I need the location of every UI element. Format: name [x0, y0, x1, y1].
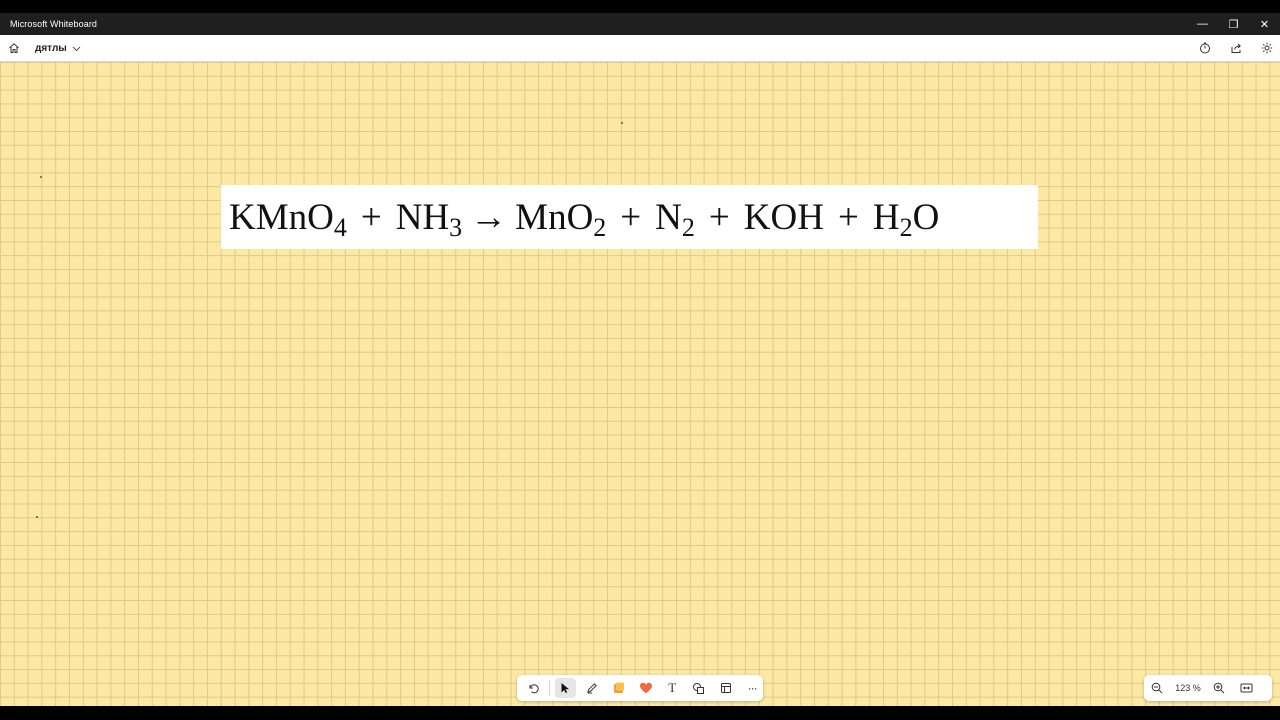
chemical-equation: KMnO4 + NH3 → MnO2 + N2 + KOH + H2O: [229, 196, 940, 242]
toolbar-divider: [548, 680, 550, 696]
title-bar: Microsoft Whiteboard — ❐ ✕: [0, 13, 1280, 35]
shapes-icon: [693, 682, 705, 694]
templates-tool[interactable]: [715, 678, 737, 698]
zoom-in-icon: [1213, 682, 1225, 694]
whiteboard-canvas[interactable]: KMnO4 + NH3 → MnO2 + N2 + KOH + H2O: [0, 62, 1280, 706]
minimize-button[interactable]: —: [1187, 13, 1218, 35]
board-name[interactable]: дятлы: [35, 43, 67, 54]
text-icon: T: [668, 680, 677, 695]
appbar-actions: [1198, 35, 1274, 61]
more-options-button[interactable]: ···: [741, 678, 763, 698]
plus-sign: +: [620, 196, 642, 238]
window-controls: — ❐ ✕: [1187, 13, 1280, 35]
templates-icon: [720, 683, 731, 693]
reaction-icon: [639, 682, 652, 694]
restore-icon: ❐: [1228, 18, 1239, 31]
ink-dot: [40, 176, 42, 178]
restore-button[interactable]: ❐: [1218, 13, 1249, 35]
fit-to-screen-button[interactable]: [1239, 681, 1253, 695]
product-koh: KOH: [743, 196, 824, 238]
plus-sign: +: [708, 196, 730, 238]
product-h2o: H2O: [872, 196, 940, 242]
undo-icon: [529, 684, 539, 694]
product-mno2: MnO2: [515, 196, 607, 242]
product-n2: N2: [655, 196, 695, 242]
zoom-level[interactable]: 123 %: [1164, 683, 1212, 693]
ink-dot: [36, 516, 38, 518]
undo-button[interactable]: [522, 678, 544, 698]
letterbox-top: [0, 0, 1280, 13]
sticky-note-tool[interactable]: [608, 678, 630, 698]
zoom-in-button[interactable]: [1212, 681, 1226, 695]
home-icon[interactable]: [7, 41, 21, 55]
equation-image[interactable]: KMnO4 + NH3 → MnO2 + N2 + KOH + H2O: [221, 185, 1038, 249]
bottom-toolbar: T ···: [517, 675, 763, 701]
reactant-kmno4: KMnO4: [229, 196, 347, 242]
zoom-out-button[interactable]: [1150, 681, 1164, 695]
pen-icon: [587, 683, 598, 694]
select-icon: [561, 683, 570, 693]
app-bar: дятлы: [0, 35, 1280, 62]
timer-icon[interactable]: [1198, 41, 1212, 55]
text-tool[interactable]: T: [661, 678, 683, 698]
reactions-tool[interactable]: [635, 678, 657, 698]
more-icon: ···: [747, 681, 758, 695]
chevron-down-icon[interactable]: [72, 44, 81, 53]
share-icon[interactable]: [1229, 41, 1243, 55]
minimize-icon: —: [1197, 18, 1208, 30]
plus-sign: +: [360, 196, 382, 238]
letterbox-bottom: [0, 706, 1280, 720]
fit-to-screen-icon: [1240, 683, 1252, 693]
shapes-tool[interactable]: [688, 678, 710, 698]
ink-dot: [621, 122, 623, 124]
zoom-out-icon: [1151, 682, 1163, 694]
close-button[interactable]: ✕: [1249, 13, 1280, 35]
app-title: Microsoft Whiteboard: [10, 19, 98, 29]
sticky-note-icon: [613, 682, 624, 693]
plus-sign: +: [837, 196, 859, 238]
zoom-controls: 123 %: [1144, 675, 1272, 701]
select-tool[interactable]: [554, 678, 577, 698]
gear-icon[interactable]: [1260, 41, 1274, 55]
close-icon: ✕: [1259, 18, 1270, 31]
pen-tool[interactable]: [581, 678, 603, 698]
reaction-arrow: →: [470, 196, 508, 238]
reactant-nh3: NH3: [395, 196, 463, 242]
